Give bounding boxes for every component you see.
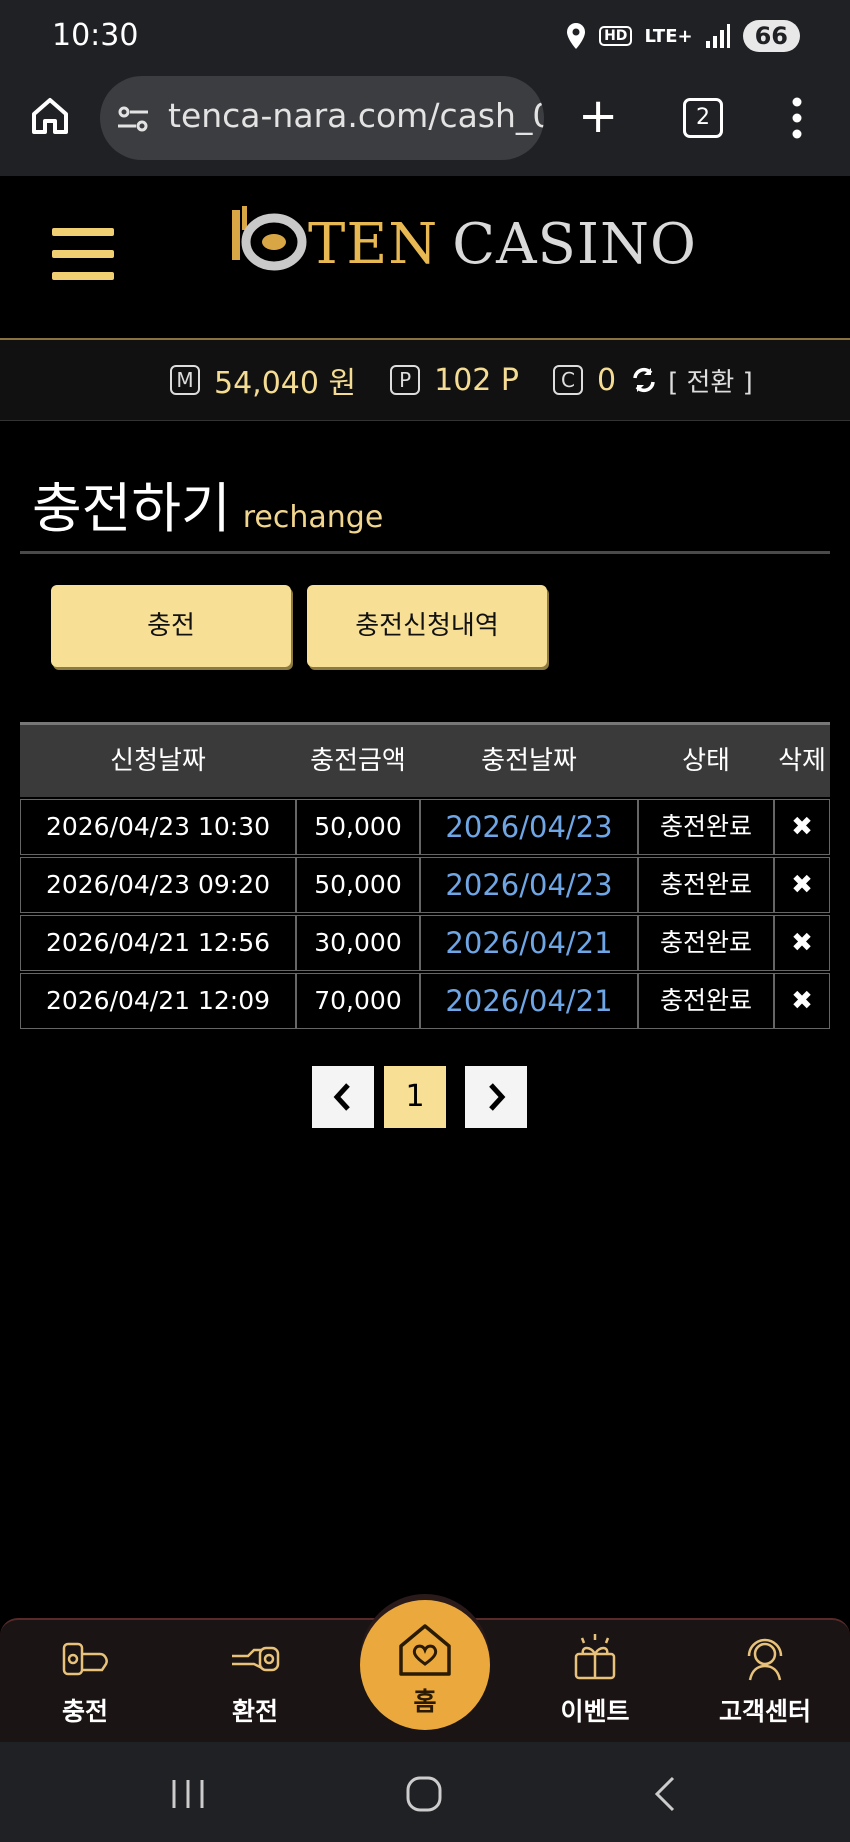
money-icon: M	[170, 365, 200, 395]
delete-icon[interactable]: ✖	[774, 915, 830, 971]
cell-status: 충전완료	[638, 915, 774, 971]
nav-charge[interactable]: 충전	[15, 1632, 155, 1728]
table-row: 2026/04/23 10:30 50,000 2026/04/23 충전완료 …	[20, 799, 830, 855]
table-row: 2026/04/21 12:09 70,000 2026/04/21 충전완료 …	[20, 973, 830, 1029]
network-label: LTE+	[644, 25, 693, 47]
charge-history-button[interactable]: 충전신청내역	[307, 585, 547, 667]
money-balance: 54,040 원	[214, 366, 357, 401]
hd-badge: HD	[599, 26, 633, 46]
more-options-icon[interactable]	[790, 96, 804, 140]
cell-amount: 30,000	[296, 915, 420, 971]
cell-charged-date-link[interactable]: 2026/04/23	[420, 799, 638, 855]
signal-icon	[705, 24, 730, 48]
cell-status: 충전완료	[638, 857, 774, 913]
site-settings-icon[interactable]	[116, 102, 150, 136]
tab-switcher-button[interactable]: 2	[683, 98, 723, 138]
home-icon[interactable]	[28, 94, 72, 138]
point-icon: P	[390, 365, 421, 395]
back-icon[interactable]	[645, 1774, 685, 1814]
header-delete: 삭제	[778, 746, 826, 776]
headset-icon	[747, 1638, 783, 1681]
menu-icon[interactable]	[52, 228, 114, 282]
cell-requested: 2026/04/23 10:30	[20, 799, 296, 855]
status-time: 10:30	[52, 18, 139, 53]
header-status: 상태	[682, 746, 730, 776]
exchange-icon	[232, 1646, 280, 1672]
table-row: 2026/04/23 09:20 50,000 2026/04/23 충전완료 …	[20, 857, 830, 913]
table-row: 2026/04/21 12:56 30,000 2026/04/21 충전완료 …	[20, 915, 830, 971]
current-page[interactable]: 1	[384, 1066, 446, 1128]
location-icon	[567, 23, 586, 49]
logo-text: TEN CASINO	[308, 212, 697, 277]
battery-level: 66	[742, 20, 800, 52]
cell-amount: 50,000	[296, 799, 420, 855]
gift-icon	[574, 1634, 616, 1680]
browser-toolbar: tenca-nara.com/cash_0 + 2	[0, 72, 850, 177]
title-divider	[20, 551, 830, 554]
status-bar: 10:30 HD LTE+ 66	[0, 0, 850, 72]
header-requested-date: 신청날짜	[110, 746, 206, 776]
cell-charged-date-link[interactable]: 2026/04/23	[420, 857, 638, 913]
coin-balance: 0	[597, 362, 617, 398]
point-balance: 102 P	[434, 362, 519, 398]
prev-page-button[interactable]	[312, 1066, 374, 1128]
delete-icon[interactable]: ✖	[774, 973, 830, 1029]
address-bar[interactable]: tenca-nara.com/cash_0	[100, 76, 544, 160]
chevron-right-icon	[489, 1083, 506, 1111]
coin-icon: C	[553, 365, 583, 395]
nav-event[interactable]: 이벤트	[525, 1632, 665, 1728]
site-logo[interactable]: TEN CASINO	[228, 202, 696, 292]
balance-bar: M 54,040 원 P 102 P C 0 [ 전환 ]	[0, 340, 850, 421]
site-header: TEN CASINO	[0, 176, 850, 340]
charge-button[interactable]: 충전	[51, 585, 291, 667]
system-navigation	[0, 1742, 850, 1842]
cell-requested: 2026/04/21 12:09	[20, 973, 296, 1029]
table-header: 신청날짜 충전금액 충전날짜 상태 삭제	[20, 722, 830, 797]
cell-charged-date-link[interactable]: 2026/04/21	[420, 915, 638, 971]
page-title: 충전하기 rechange	[32, 477, 384, 540]
logo-mark-icon	[232, 206, 307, 271]
cell-charged-date-link[interactable]: 2026/04/21	[420, 973, 638, 1029]
refresh-icon[interactable]	[630, 366, 658, 394]
cell-status: 충전완료	[638, 799, 774, 855]
nav-exchange[interactable]: 환전	[185, 1632, 325, 1728]
new-tab-icon[interactable]: +	[578, 92, 618, 140]
delete-icon[interactable]: ✖	[774, 857, 830, 913]
cell-amount: 50,000	[296, 857, 420, 913]
cell-requested: 2026/04/21 12:56	[20, 915, 296, 971]
nav-home-button[interactable]: 홈	[360, 1600, 490, 1730]
status-icons: HD LTE+ 66	[565, 20, 800, 52]
home-heart-icon	[399, 1624, 451, 1676]
charge-history-table: 신청날짜 충전금액 충전날짜 상태 삭제 2026/04/23 10:30 50…	[20, 722, 830, 1029]
cell-requested: 2026/04/23 09:20	[20, 857, 296, 913]
recent-apps-icon[interactable]	[168, 1774, 208, 1814]
page-subtitle: rechange	[242, 500, 384, 535]
nav-support[interactable]: 고객센터	[695, 1632, 835, 1728]
delete-icon[interactable]: ✖	[774, 799, 830, 855]
header-amount: 충전금액	[310, 746, 406, 776]
url-text: tenca-nara.com/cash_0	[168, 96, 544, 135]
cell-status: 충전완료	[638, 973, 774, 1029]
switch-button[interactable]: [ 전환 ]	[668, 362, 753, 399]
cell-amount: 70,000	[296, 973, 420, 1029]
header-charged-date: 충전날짜	[481, 746, 577, 776]
next-page-button[interactable]	[465, 1066, 527, 1128]
charge-icon	[62, 1642, 108, 1676]
chevron-left-icon	[333, 1083, 350, 1111]
system-home-icon[interactable]	[404, 1774, 444, 1814]
